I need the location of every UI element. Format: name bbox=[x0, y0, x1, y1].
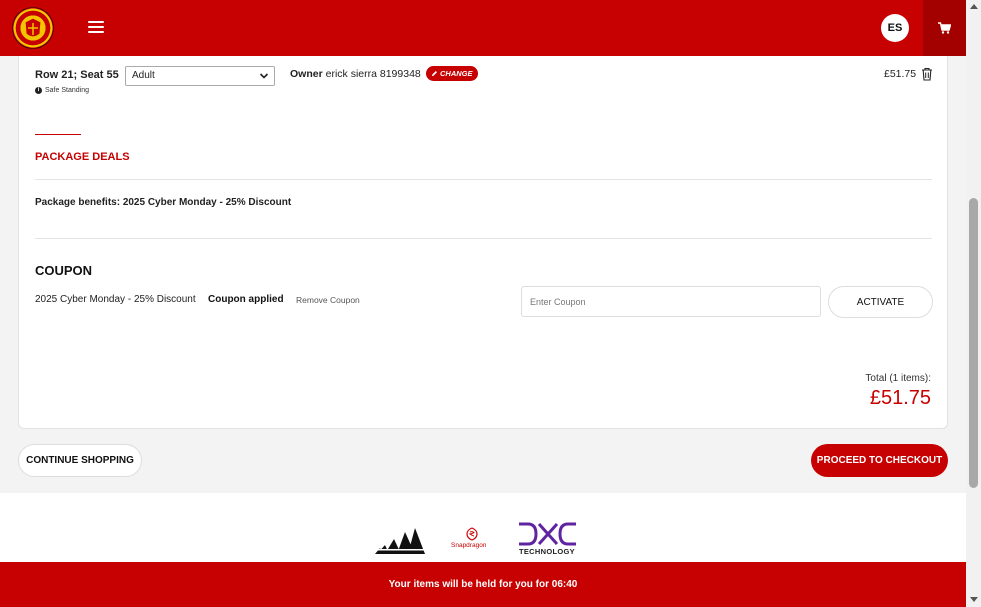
pencil-icon bbox=[432, 71, 437, 76]
basket-card: Row 21; Seat 55 i Safe Standing Adult Ow… bbox=[18, 56, 948, 429]
continue-shopping-button[interactable]: CONTINUE SHOPPING bbox=[18, 444, 142, 477]
hold-timer-bar: Your items will be held for you for 06:4… bbox=[0, 562, 966, 607]
hamburger-menu-icon[interactable] bbox=[88, 19, 104, 35]
coupon-heading: COUPON bbox=[35, 263, 93, 278]
page-scrollbar[interactable] bbox=[966, 0, 981, 607]
divider bbox=[35, 179, 932, 180]
owner-info: Owner erick sierra 8199348 bbox=[290, 68, 421, 80]
area-label: Safe Standing bbox=[45, 87, 89, 94]
proceed-to-checkout-button[interactable]: PROCEED TO CHECKOUT bbox=[811, 444, 948, 477]
club-crest-logo[interactable] bbox=[11, 6, 55, 50]
activate-coupon-button[interactable]: ACTIVATE bbox=[828, 286, 933, 318]
top-header: ES bbox=[0, 0, 966, 56]
package-deals-heading: PACKAGE DEALS bbox=[35, 151, 130, 163]
coupon-status: Coupon applied bbox=[208, 294, 284, 305]
info-icon: i bbox=[35, 87, 42, 94]
scroll-down-arrow-icon[interactable] bbox=[970, 597, 978, 602]
remove-coupon-link[interactable]: Remove Coupon bbox=[296, 295, 360, 305]
total-label: Total (1 items): bbox=[865, 373, 931, 384]
seat-label: Row 21; Seat 55 bbox=[35, 69, 119, 81]
change-label: CHANGE bbox=[440, 69, 473, 78]
dxc-logo[interactable] bbox=[518, 522, 578, 546]
owner-value: erick sierra 8199348 bbox=[325, 68, 421, 80]
owner-label: Owner bbox=[290, 68, 323, 80]
ticket-price: £51.75 bbox=[884, 68, 917, 80]
scrollbar-thumb[interactable] bbox=[969, 198, 978, 488]
divider bbox=[35, 238, 932, 239]
dxc-tagline: TECHNOLOGY bbox=[519, 547, 575, 556]
ticket-type-select[interactable]: Adult bbox=[125, 66, 275, 86]
coupon-name: 2025 Cyber Monday - 25% Discount bbox=[35, 294, 196, 305]
cart-icon bbox=[938, 22, 951, 34]
adidas-logo[interactable] bbox=[375, 523, 425, 555]
package-benefits-text: Package benefits: 2025 Cyber Monday - 25… bbox=[35, 197, 292, 208]
scroll-up-arrow-icon[interactable] bbox=[970, 4, 978, 9]
change-owner-button[interactable]: CHANGE bbox=[426, 66, 478, 81]
hold-timer-message: Your items will be held for you for 06:4… bbox=[388, 579, 578, 590]
coupon-input[interactable] bbox=[521, 286, 821, 317]
snapdragon-logo[interactable] bbox=[465, 527, 479, 541]
section-divider-accent bbox=[35, 134, 81, 135]
ticket-type-value: Adult bbox=[132, 70, 155, 81]
trash-icon[interactable] bbox=[921, 67, 933, 81]
chevron-down-icon bbox=[259, 73, 269, 79]
user-avatar[interactable]: ES bbox=[881, 14, 909, 42]
snapdragon-label: Snapdragon bbox=[451, 542, 487, 549]
cart-button[interactable] bbox=[923, 0, 966, 56]
safe-standing-note: i Safe Standing bbox=[35, 87, 89, 94]
total-amount: £51.75 bbox=[869, 387, 931, 409]
